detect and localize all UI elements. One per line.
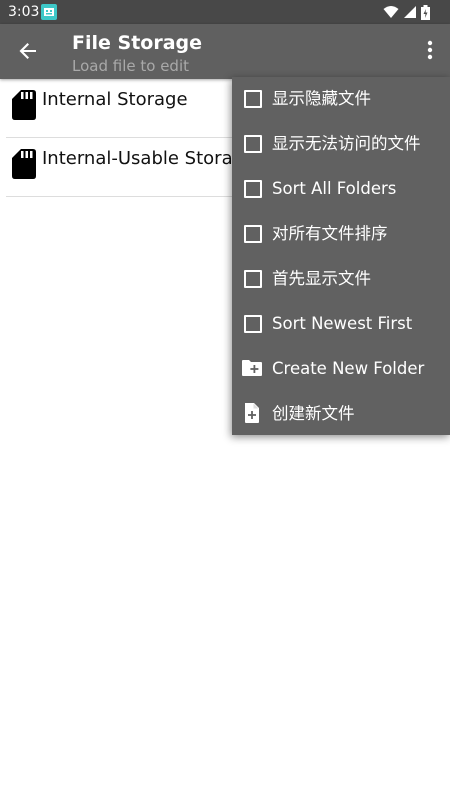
page-subtitle: Load file to edit	[72, 57, 189, 75]
status-icons	[383, 4, 430, 20]
menu-item-show-inaccessible-files[interactable]: 显示无法访问的文件	[232, 122, 450, 167]
menu-item-label: Sort Newest First	[272, 314, 413, 333]
more-vert-icon	[427, 40, 433, 64]
menu-item-label: 创建新文件	[272, 404, 355, 423]
checkbox-unchecked[interactable]	[244, 270, 262, 288]
storage-item-label: Internal-Usable Storag	[42, 148, 245, 169]
screen: 3:03 File Storage Load file to edit Inte…	[0, 0, 450, 799]
sd-card-icon	[12, 149, 36, 179]
menu-item-create-new-folder[interactable]: Create New Folder	[232, 347, 450, 392]
create-file-icon	[241, 402, 263, 424]
app-toolbar: File Storage Load file to edit	[0, 24, 450, 79]
storage-item-label: Internal Storage	[42, 89, 188, 110]
create-folder-icon	[241, 357, 263, 379]
menu-item-show-hidden-files[interactable]: 显示隐藏文件	[232, 77, 450, 122]
menu-item-sort-all-files[interactable]: 对所有文件排序	[232, 212, 450, 257]
overflow-menu-button[interactable]	[420, 37, 440, 67]
menu-item-sort-all-folders[interactable]: Sort All Folders	[232, 167, 450, 212]
checkbox-unchecked[interactable]	[244, 90, 262, 108]
back-button[interactable]	[12, 37, 44, 69]
checkbox-unchecked[interactable]	[244, 180, 262, 198]
menu-item-label: 对所有文件排序	[272, 224, 388, 243]
menu-item-show-files-first[interactable]: 首先显示文件	[232, 257, 450, 302]
wifi-icon	[383, 5, 399, 19]
back-arrow-icon	[18, 41, 38, 65]
checkbox-unchecked[interactable]	[244, 225, 262, 243]
menu-item-label: Create New Folder	[272, 359, 425, 378]
menu-item-label: 首先显示文件	[272, 269, 371, 288]
checkbox-unchecked[interactable]	[244, 135, 262, 153]
page-title: File Storage	[72, 32, 203, 54]
overflow-menu: 显示隐藏文件 显示无法访问的文件 Sort All Folders 对所有文件排…	[232, 77, 450, 435]
menu-item-label: 显示隐藏文件	[272, 89, 371, 108]
signal-icon	[403, 5, 417, 19]
status-bar: 3:03	[0, 0, 450, 24]
battery-icon	[421, 4, 430, 20]
status-time: 3:03	[8, 4, 40, 20]
menu-item-sort-newest-first[interactable]: Sort Newest First	[232, 302, 450, 347]
checkbox-unchecked[interactable]	[244, 315, 262, 333]
sd-card-icon	[12, 90, 36, 120]
menu-item-create-new-file[interactable]: 创建新文件	[232, 392, 450, 437]
app-notification-icon	[41, 4, 57, 20]
menu-item-label: 显示无法访问的文件	[272, 134, 421, 153]
menu-item-label: Sort All Folders	[272, 179, 397, 198]
